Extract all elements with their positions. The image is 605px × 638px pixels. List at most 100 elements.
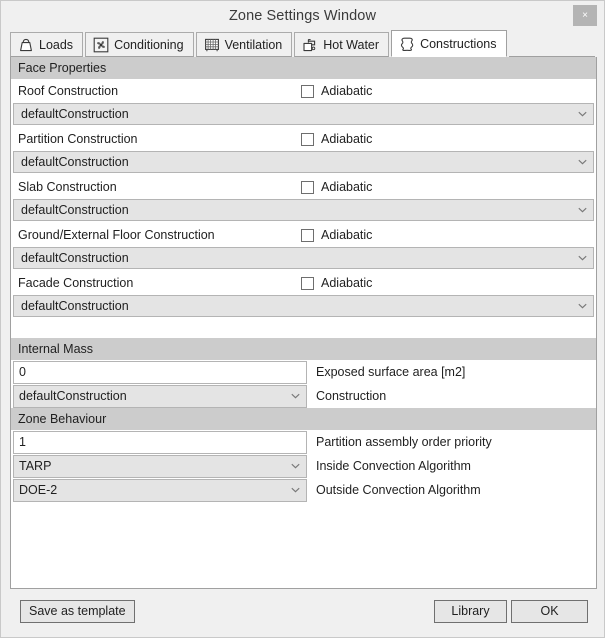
combo-row: defaultConstruction xyxy=(13,103,594,127)
faucet-icon xyxy=(303,38,316,51)
select-value: defaultConstruction xyxy=(19,389,127,403)
adiabatic-label: Adiabatic xyxy=(321,276,373,290)
partition-assembly-order-priority-input[interactable] xyxy=(13,430,307,454)
section-header-internal-mass: Internal Mass xyxy=(11,338,596,360)
face-row-facade: Facade Construction Adiabatic xyxy=(11,271,596,295)
tab-ventilation[interactable]: Ventilation xyxy=(195,32,293,57)
chevron-down-icon xyxy=(291,393,300,399)
select-value: defaultConstruction xyxy=(21,251,129,265)
chevron-down-icon xyxy=(578,159,587,165)
row-label: Construction xyxy=(316,389,387,403)
tab-constructions[interactable]: Constructions xyxy=(391,30,507,57)
row-partition-assembly-order-priority: Partition assembly order priority xyxy=(11,430,596,454)
face-row-roof: Roof Construction Adiabatic xyxy=(11,79,596,103)
tab-label: Constructions xyxy=(420,36,497,51)
chevron-down-icon xyxy=(578,111,587,117)
adiabatic-checkbox-group: Adiabatic xyxy=(301,276,372,290)
adiabatic-checkbox[interactable] xyxy=(301,84,314,98)
face-row-ground-external-floor: Ground/External Floor Construction Adiab… xyxy=(11,223,596,247)
adiabatic-checkbox[interactable] xyxy=(301,132,314,146)
face-label: Partition Construction xyxy=(18,132,138,146)
row-exposed-surface-area: Exposed surface area [m2] xyxy=(11,360,596,384)
row-label: Outside Convection Algorithm xyxy=(316,483,481,497)
face-label: Ground/External Floor Construction xyxy=(18,228,215,242)
select-value: defaultConstruction xyxy=(21,155,129,169)
chevron-down-icon xyxy=(578,255,587,261)
tab-label: Ventilation xyxy=(224,37,283,52)
internal-mass-construction-select[interactable]: defaultConstruction xyxy=(13,384,307,408)
section-header-face-properties: Face Properties xyxy=(11,57,596,79)
tab-loads[interactable]: Loads xyxy=(10,32,84,57)
tab-strip-filler xyxy=(508,32,595,57)
close-icon[interactable]: × xyxy=(573,5,597,26)
row-outside-convection-algorithm: DOE-2 Outside Convection Algorithm xyxy=(11,478,596,502)
adiabatic-checkbox-group: Adiabatic xyxy=(301,180,372,194)
face-label: Facade Construction xyxy=(18,276,134,290)
tab-strip: Loads Conditioning Ventilation Hot Water… xyxy=(10,30,595,57)
tab-label: Conditioning xyxy=(114,37,184,52)
inside-convection-algorithm-select[interactable]: TARP xyxy=(13,454,307,478)
select-value: DOE-2 xyxy=(19,483,58,497)
face-row-partition: Partition Construction Adiabatic xyxy=(11,127,596,151)
fan-icon xyxy=(93,37,109,52)
chevron-down-icon xyxy=(291,487,300,493)
outside-convection-algorithm-select[interactable]: DOE-2 xyxy=(13,478,307,502)
hide-outline-icon xyxy=(401,37,414,51)
chevron-down-icon xyxy=(578,303,587,309)
adiabatic-label: Adiabatic xyxy=(321,84,373,98)
face-label: Slab Construction xyxy=(18,180,117,194)
adiabatic-label: Adiabatic xyxy=(321,180,373,194)
adiabatic-checkbox[interactable] xyxy=(301,276,314,290)
panel-content: Face Properties Roof Construction Adiaba… xyxy=(11,57,596,502)
ground-external-floor-construction-select[interactable]: defaultConstruction xyxy=(13,247,594,269)
section-header-zone-behaviour: Zone Behaviour xyxy=(11,408,596,430)
combo-row: defaultConstruction xyxy=(13,247,594,271)
tab-label: Hot Water xyxy=(323,37,380,52)
adiabatic-label: Adiabatic xyxy=(321,132,373,146)
chevron-down-icon xyxy=(578,207,587,213)
weight-icon xyxy=(20,38,32,51)
tab-hot-water[interactable]: Hot Water xyxy=(294,32,390,57)
row-label: Inside Convection Algorithm xyxy=(316,459,471,473)
save-as-template-button[interactable]: Save as template xyxy=(20,600,135,623)
vent-grille-icon xyxy=(204,38,219,51)
select-value: TARP xyxy=(19,459,52,473)
select-value: defaultConstruction xyxy=(21,203,129,217)
roof-construction-select[interactable]: defaultConstruction xyxy=(13,103,594,125)
tab-conditioning[interactable]: Conditioning xyxy=(85,32,194,57)
select-value: defaultConstruction xyxy=(21,107,129,121)
adiabatic-checkbox-group: Adiabatic xyxy=(301,132,372,146)
face-row-slab: Slab Construction Adiabatic xyxy=(11,175,596,199)
outside-convection-algorithm-control: DOE-2 xyxy=(13,478,307,502)
adiabatic-checkbox[interactable] xyxy=(301,180,314,194)
adiabatic-label: Adiabatic xyxy=(321,228,373,242)
library-button[interactable]: Library xyxy=(434,600,507,623)
face-label: Roof Construction xyxy=(18,84,119,98)
chevron-down-icon xyxy=(291,463,300,469)
exposed-surface-area-control xyxy=(13,360,307,384)
section-spacer xyxy=(11,319,596,338)
adiabatic-checkbox-group: Adiabatic xyxy=(301,84,372,98)
exposed-surface-area-input[interactable] xyxy=(13,360,307,384)
row-inside-convection-algorithm: TARP Inside Convection Algorithm xyxy=(11,454,596,478)
adiabatic-checkbox[interactable] xyxy=(301,228,314,242)
facade-construction-select[interactable]: defaultConstruction xyxy=(13,295,594,317)
row-label: Exposed surface area [m2] xyxy=(316,365,466,379)
zone-settings-window: Zone Settings Window × Loads Conditionin… xyxy=(0,0,605,638)
title-bar: Zone Settings Window × xyxy=(1,1,604,31)
combo-row: defaultConstruction xyxy=(13,295,594,319)
ok-button[interactable]: OK xyxy=(511,600,588,623)
combo-row: defaultConstruction xyxy=(13,151,594,175)
page-title: Zone Settings Window xyxy=(228,8,377,24)
internal-mass-construction-control: defaultConstruction xyxy=(13,384,307,408)
row-label: Partition assembly order priority xyxy=(316,435,492,449)
slab-construction-select[interactable]: defaultConstruction xyxy=(13,199,594,221)
select-value: defaultConstruction xyxy=(21,299,129,313)
tab-label: Loads xyxy=(39,37,74,52)
constructions-panel: Face Properties Roof Construction Adiaba… xyxy=(10,57,597,589)
partition-assembly-order-priority-control xyxy=(13,430,307,454)
combo-row: defaultConstruction xyxy=(13,199,594,223)
partition-construction-select[interactable]: defaultConstruction xyxy=(13,151,594,173)
adiabatic-checkbox-group: Adiabatic xyxy=(301,228,372,242)
footer-bar: Save as template Library OK xyxy=(1,590,604,637)
